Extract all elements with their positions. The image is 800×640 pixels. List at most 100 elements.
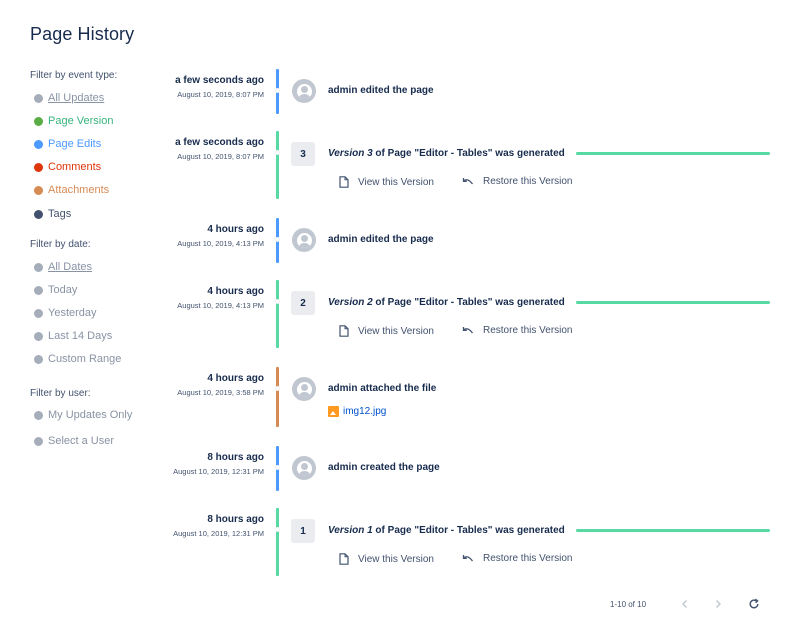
view-version-button[interactable]: View this Version <box>339 325 434 337</box>
chevron-left-icon <box>682 600 687 608</box>
filter-dot-icon <box>34 209 43 219</box>
user-avatar-icon <box>296 381 312 397</box>
version-number-badge: 2 <box>291 291 315 315</box>
filter-label: All Dates <box>48 261 93 273</box>
restore-version-button[interactable]: Restore this Version <box>462 176 573 187</box>
filter-date-heading: Filter by date: <box>30 239 91 250</box>
event-date: August 10, 2019, 3:58 PM <box>177 388 264 397</box>
version-indicator-line <box>576 529 770 532</box>
view-version-label: View this Version <box>358 325 434 337</box>
event-type-bar <box>276 280 279 348</box>
event-time-ago: 4 hours ago <box>207 286 264 297</box>
event-time-ago: 8 hours ago <box>207 452 264 463</box>
undo-icon <box>462 554 474 561</box>
version-generated-text: Version 1 of Page "Editor - Tables" was … <box>328 525 565 536</box>
filter-user-my-updates-only[interactable]: My Updates Only <box>34 409 132 421</box>
version-suffix: of Page "Editor - Tables" was generated <box>372 148 565 159</box>
user-avatar <box>292 228 316 252</box>
restore-version-button[interactable]: Restore this Version <box>462 553 573 564</box>
filter-label: My Updates Only <box>48 409 133 421</box>
version-suffix: of Page "Editor - Tables" was generated <box>372 297 565 308</box>
filter-dot-icon <box>34 436 43 446</box>
filter-dot-icon <box>34 354 43 364</box>
undo-icon <box>462 326 474 333</box>
timeline-node <box>275 527 280 532</box>
filter-event-attachments[interactable]: Attachments <box>34 184 109 196</box>
refresh-button[interactable] <box>746 596 762 612</box>
view-version-label: View this Version <box>358 553 434 565</box>
version-number-badge: 3 <box>291 142 315 166</box>
version-label: Version 2 <box>328 297 373 308</box>
filter-event-page-version[interactable]: Page Version <box>34 115 113 127</box>
previous-page-button[interactable] <box>677 596 693 612</box>
document-icon <box>339 553 349 565</box>
filter-dot-icon <box>34 308 43 318</box>
filter-dot-icon <box>34 262 43 272</box>
attached-file-link[interactable]: img12.jpg <box>328 406 386 417</box>
refresh-icon <box>749 598 759 609</box>
restore-version-label: Restore this Version <box>483 553 573 564</box>
user-avatar <box>292 377 316 401</box>
filter-label: Last 14 Days <box>48 330 113 342</box>
version-number-badge: 1 <box>291 519 315 543</box>
chevron-right-icon <box>716 600 721 608</box>
event-date: August 10, 2019, 4:13 PM <box>177 301 264 310</box>
filter-label: Custom Range <box>48 353 122 365</box>
timeline-node <box>275 465 280 470</box>
event-date: August 10, 2019, 8:07 PM <box>177 90 264 99</box>
filter-event-tags[interactable]: Tags <box>34 208 71 220</box>
version-label: Version 1 <box>328 525 373 536</box>
timeline-node <box>275 299 280 304</box>
version-indicator-line <box>576 301 770 304</box>
filter-user-heading: Filter by user: <box>30 388 91 399</box>
event-date: August 10, 2019, 8:07 PM <box>177 152 264 161</box>
user-avatar <box>292 79 316 103</box>
timeline-node <box>275 237 280 242</box>
filter-dot-icon <box>34 93 43 103</box>
event-time-ago: 4 hours ago <box>207 224 264 235</box>
view-version-button[interactable]: View this Version <box>339 553 434 565</box>
version-generated-text: Version 2 of Page "Editor - Tables" was … <box>328 297 565 308</box>
filter-date-last-14-days[interactable]: Last 14 Days <box>34 330 112 342</box>
document-icon <box>339 176 349 188</box>
view-version-button[interactable]: View this Version <box>339 176 434 188</box>
timeline-node <box>275 150 280 155</box>
event-time-ago: 4 hours ago <box>207 373 264 384</box>
document-icon <box>339 325 349 337</box>
filter-label: Yesterday <box>48 307 97 319</box>
filter-label: Today <box>48 284 78 296</box>
timeline-node <box>275 88 280 93</box>
event-description: admin created the page <box>328 462 440 473</box>
user-avatar-icon <box>296 460 312 476</box>
filter-event-page-edits[interactable]: Page Edits <box>34 138 101 150</box>
event-time-ago: 8 hours ago <box>207 514 264 525</box>
next-page-button[interactable] <box>710 596 726 612</box>
filter-dot-icon <box>34 139 43 149</box>
restore-version-button[interactable]: Restore this Version <box>462 325 573 336</box>
view-version-label: View this Version <box>358 176 434 188</box>
event-type-bar <box>276 131 279 199</box>
event-type-bar <box>276 367 279 427</box>
filter-label: Attachments <box>48 184 110 196</box>
filter-event-all-updates[interactable]: All Updates <box>34 92 104 104</box>
filter-date-all-dates[interactable]: All Dates <box>34 261 92 273</box>
user-avatar <box>292 456 316 480</box>
filter-date-custom-range[interactable]: Custom Range <box>34 353 121 365</box>
filter-date-yesterday[interactable]: Yesterday <box>34 307 97 319</box>
undo-icon <box>462 177 474 184</box>
restore-version-label: Restore this Version <box>483 176 573 187</box>
version-label: Version 3 <box>328 148 373 159</box>
filter-user-select-a-user[interactable]: Select a User <box>34 435 114 447</box>
event-description: admin attached the file <box>328 383 437 394</box>
event-date: August 10, 2019, 12:31 PM <box>173 467 264 476</box>
filter-label: Select a User <box>48 435 115 447</box>
filter-event-comments[interactable]: Comments <box>34 161 101 173</box>
event-type-bar <box>276 508 279 576</box>
event-time-ago: a few seconds ago <box>175 75 264 86</box>
restore-version-label: Restore this Version <box>483 325 573 336</box>
page-title: Page History <box>30 24 135 44</box>
version-indicator-line <box>576 152 770 155</box>
filter-dot-icon <box>34 116 43 126</box>
version-suffix: of Page "Editor - Tables" was generated <box>372 525 565 536</box>
filter-date-today[interactable]: Today <box>34 284 77 296</box>
